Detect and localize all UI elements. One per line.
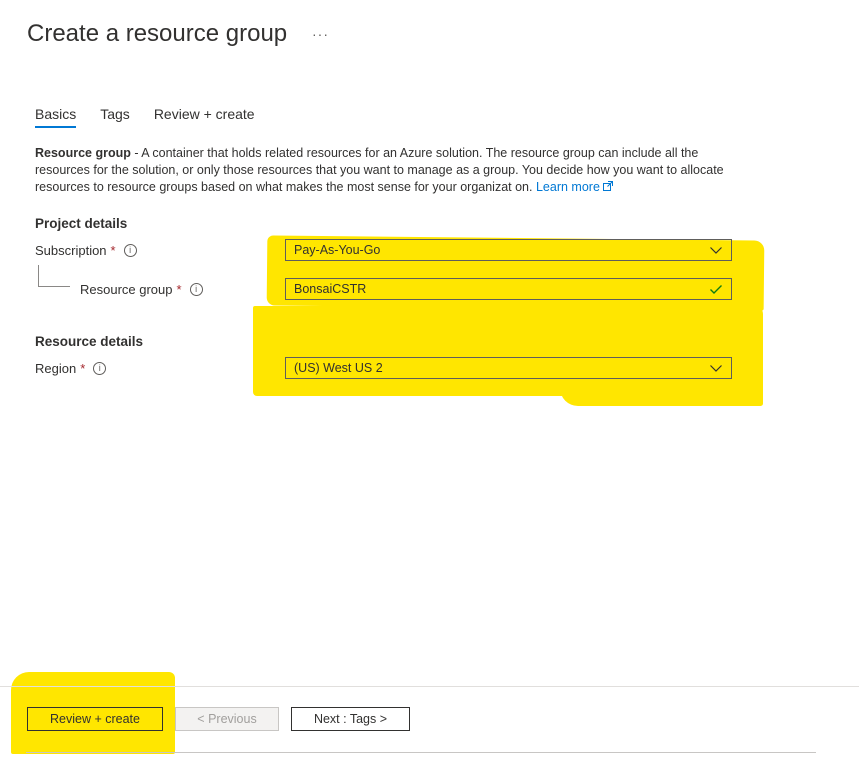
next-tags-button[interactable]: Next : Tags > [291,707,410,731]
info-icon[interactable]: i [93,362,107,375]
checkmark-icon [701,284,731,294]
resource-details-heading: Resource details [35,334,144,349]
tab-bar: Basics Tags Review + create [35,106,279,128]
chevron-down-icon [701,246,731,254]
ellipsis-icon[interactable]: ··· [312,26,329,42]
subscription-label: Subscription [35,243,107,258]
learn-more-label: Learn more [535,180,600,194]
tab-review-create[interactable]: Review + create [154,106,255,128]
subscription-value: Pay-As-You-Go [294,243,381,257]
footer-divider [0,686,859,687]
learn-more-link[interactable]: Learn more [535,180,614,194]
resource-group-input[interactable]: BonsaiCSTR [285,278,732,300]
subscription-dropdown[interactable]: Pay-As-You-Go [285,239,732,261]
required-indicator: * [80,361,86,376]
required-indicator: * [110,243,116,258]
region-label-row: Region * i [35,361,107,376]
previous-button: < Previous [175,707,279,731]
footer-bottom-border [26,752,816,753]
external-link-icon [603,181,614,191]
highlight-mark-fields-tail [560,388,763,406]
description-term: Resource group [35,146,131,160]
tab-basics[interactable]: Basics [35,106,77,128]
resource-group-label-row: Resource group * i [80,282,203,297]
subscription-label-row: Subscription * i [35,243,137,258]
project-details-heading: Project details [35,216,128,231]
tree-connector-vertical [38,265,39,287]
required-indicator: * [176,282,182,297]
resource-group-value: BonsaiCSTR [294,282,367,296]
tab-tags[interactable]: Tags [100,106,130,128]
highlight-mark-fields-bottom [253,306,763,396]
chevron-down-icon [701,364,731,372]
region-value: (US) West US 2 [294,361,383,375]
resource-group-label: Resource group [80,282,173,297]
description-text: - A container that holds related resourc… [35,146,724,194]
info-icon[interactable]: i [189,283,203,296]
region-dropdown[interactable]: (US) West US 2 [285,357,732,379]
region-label: Region [35,361,77,376]
info-icon[interactable]: i [123,244,137,257]
description: Resource group - A container that holds … [35,145,735,196]
review-create-button[interactable]: Review + create [27,707,163,731]
tree-connector-horizontal [38,286,70,287]
page-title: Create a resource group [27,20,288,47]
